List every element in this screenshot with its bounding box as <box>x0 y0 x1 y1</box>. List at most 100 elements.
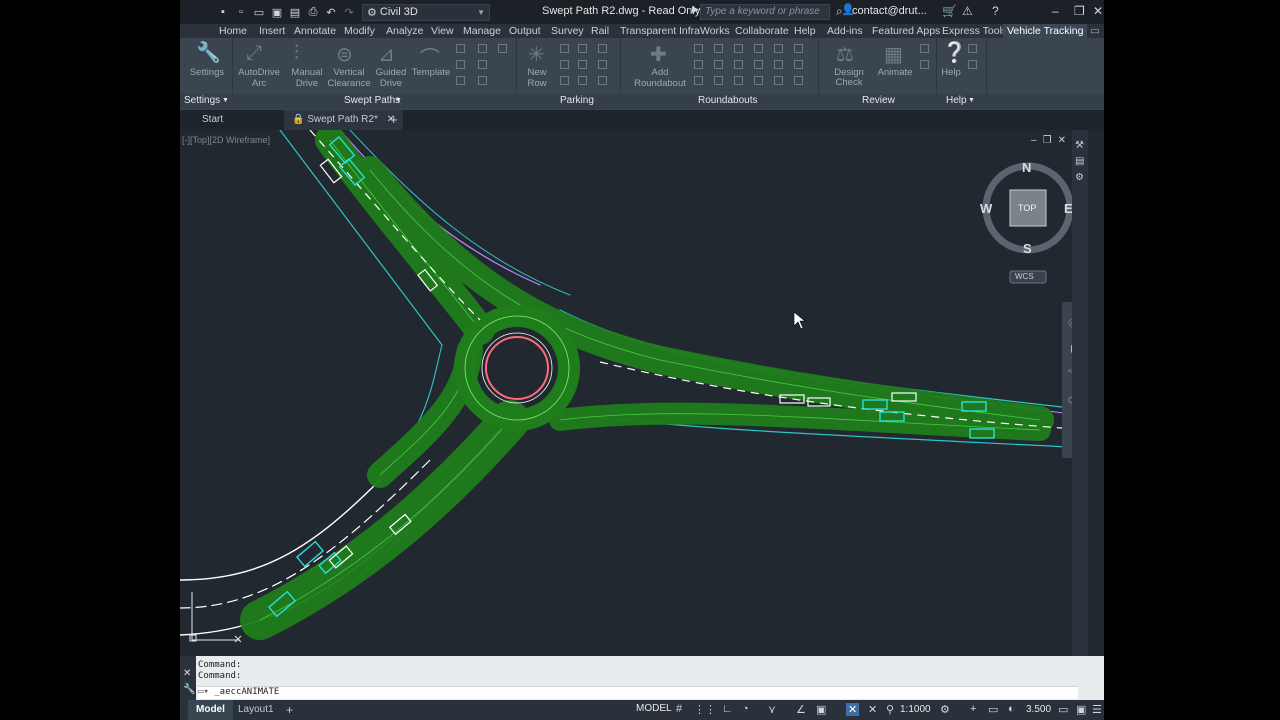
template-label[interactable]: Template <box>408 68 454 78</box>
close-icon[interactable]: ✕ <box>1093 4 1103 18</box>
tool-icon-2[interactable]: ▤ <box>1075 156 1084 167</box>
autodrive-arc-label-1[interactable]: AutoDrive <box>236 68 282 78</box>
design-check-label[interactable]: Design Check <box>820 68 878 88</box>
save-as-icon[interactable]: ▤ <box>288 5 302 19</box>
precision-value[interactable]: 3.500 <box>1026 704 1051 715</box>
gear-icon[interactable]: ⚙ <box>940 703 950 716</box>
grid-icon[interactable]: # <box>676 703 682 715</box>
tab-start[interactable]: Start <box>202 110 223 130</box>
osnap-icon[interactable]: ⋎ <box>768 703 776 716</box>
help-book-icon[interactable]: ❔ <box>942 40 967 65</box>
panel-title-swept-paths[interactable]: Swept Paths <box>344 95 400 106</box>
panel-title-settings[interactable]: Settings <box>184 95 220 106</box>
command-line-grip[interactable]: ✕ 🔧 <box>180 656 196 700</box>
tab-transparent[interactable]: Transparent <box>620 24 676 38</box>
tab-output[interactable]: Output <box>509 24 541 38</box>
add-roundabout-label-1[interactable]: Add <box>632 68 688 78</box>
close-icon[interactable]: ✕ <box>183 668 191 679</box>
help-label[interactable]: Help <box>936 68 966 78</box>
model-space-button[interactable]: MODEL <box>636 703 672 714</box>
drawing-canvas[interactable] <box>180 130 1088 656</box>
add-roundabout-icon[interactable]: ✚ <box>650 42 667 67</box>
tab-add-ins[interactable]: Add-ins <box>827 24 863 38</box>
guided-drive-icon[interactable]: ⊿ <box>378 42 395 67</box>
tab-annotate[interactable]: Annotate <box>294 24 336 38</box>
panel-title-help[interactable]: Help <box>946 95 967 106</box>
tab-vehicle-tracking[interactable]: Vehicle Tracking <box>1003 24 1088 38</box>
new-row-icon[interactable]: ✳ <box>528 42 545 67</box>
design-check-icon[interactable]: ⚖ <box>836 42 854 67</box>
new-row-label-1[interactable]: New <box>520 68 554 78</box>
vertical-clearance-label-1[interactable]: Vertical <box>326 68 372 78</box>
manual-drive-icon[interactable]: ⫶ <box>294 42 299 65</box>
polar-icon[interactable]: ◔ <box>742 703 749 715</box>
restore-icon[interactable]: ❐ <box>1074 4 1085 18</box>
connect-icon[interactable]: ⚠ <box>962 4 973 18</box>
tab-model[interactable]: Model <box>188 700 233 720</box>
animate-icon[interactable]: ▦ <box>884 42 903 67</box>
snap-icon[interactable]: ⋮⋮ <box>694 703 716 716</box>
annotation-auto-icon[interactable]: ⚲ <box>886 703 894 716</box>
wrench-icon[interactable]: 🔧 <box>183 684 195 695</box>
ribbon-toggle-icon[interactable]: ▭ <box>1090 24 1100 38</box>
compass-north[interactable]: N <box>1022 160 1031 175</box>
app-menu-icon[interactable]: ▪ <box>216 5 230 19</box>
tab-home[interactable]: Home <box>219 24 247 38</box>
annotation-scale-icon[interactable]: ✕ <box>846 703 860 716</box>
cart-icon[interactable]: 🛒 <box>942 4 957 18</box>
tab-featured-apps[interactable]: Featured Apps <box>872 24 940 38</box>
monitor-icon[interactable]: ▭ <box>988 703 998 716</box>
tab-analyze[interactable]: Analyze <box>386 24 423 38</box>
command-input[interactable]: ▭▾ _aeccANIMATE <box>198 686 1078 699</box>
compass-south[interactable]: S <box>1023 241 1032 256</box>
selection-icon[interactable]: ▣ <box>816 703 826 716</box>
tab-manage[interactable]: Manage <box>463 24 501 38</box>
annotation-scale[interactable]: 1:1000 <box>900 704 931 715</box>
animate-label[interactable]: Animate <box>876 68 914 78</box>
settings-icon[interactable]: 🔧 <box>196 40 221 65</box>
tab-swept-path[interactable]: 🔒 Swept Path R2* ✕ <box>284 110 404 130</box>
help-icon[interactable]: ? <box>992 4 999 18</box>
user-account[interactable]: contact@drut... <box>852 5 927 17</box>
new-file-icon[interactable]: ▫ <box>234 5 248 19</box>
vertical-clearance-icon[interactable]: ⊜ <box>336 42 353 67</box>
tab-view[interactable]: View <box>431 24 454 38</box>
add-tab-icon[interactable]: + <box>390 110 398 130</box>
hardware-icon[interactable]: ▭ <box>1058 703 1068 716</box>
ortho-icon[interactable]: ∟ <box>722 703 733 715</box>
drawing-viewport[interactable]: [-][Top][2D Wireframe] –❐✕ N S E W TOP W… <box>180 130 1088 656</box>
tab-survey[interactable]: Survey <box>551 24 584 38</box>
open-file-icon[interactable]: ▭ <box>252 5 266 19</box>
plus-icon[interactable]: + <box>970 703 976 715</box>
undo-icon[interactable]: ↶ <box>324 5 338 19</box>
otrack-icon[interactable]: ∠ <box>796 703 806 716</box>
wcs-menu[interactable]: WCS <box>1015 272 1034 281</box>
compass-west[interactable]: W <box>980 201 992 216</box>
tab-express-tools[interactable]: Express Tools <box>942 24 1007 38</box>
tab-rail[interactable]: Rail <box>591 24 609 38</box>
search-input[interactable]: Type a keyword or phrase <box>700 4 830 20</box>
annotation-visibility-icon[interactable]: ✕ <box>868 703 877 716</box>
tab-layout1[interactable]: Layout1 <box>238 700 274 720</box>
clean-screen-icon[interactable]: ▣ <box>1076 703 1086 716</box>
settings-button-label[interactable]: Settings <box>188 68 226 78</box>
menu-icon[interactable]: ☰ <box>1092 703 1102 716</box>
autodrive-arc-icon[interactable]: ⤢ <box>246 42 262 65</box>
add-layout-icon[interactable]: + <box>286 700 293 720</box>
workspace-select[interactable]: ⚙ Civil 3D ▼ <box>362 3 490 21</box>
tab-infraworks[interactable]: InfraWorks <box>679 24 730 38</box>
tool-icon-1[interactable]: ⚒ <box>1075 140 1084 151</box>
tab-help[interactable]: Help <box>794 24 816 38</box>
tool-icon-3[interactable]: ⚙ <box>1075 172 1084 183</box>
isolate-icon[interactable]: ◐ <box>1008 703 1015 715</box>
minimize-icon[interactable]: – <box>1052 4 1059 18</box>
viewport-label[interactable]: [-][Top][2D Wireframe] <box>182 135 270 145</box>
tab-insert[interactable]: Insert <box>259 24 285 38</box>
tab-collaborate[interactable]: Collaborate <box>735 24 789 38</box>
redo-icon[interactable]: ↷ <box>342 5 356 19</box>
viewport-controls[interactable]: –❐✕ <box>1031 135 1072 146</box>
manual-drive-label-1[interactable]: Manual <box>284 68 330 78</box>
save-icon[interactable]: ▣ <box>270 5 284 19</box>
viewcube-top[interactable]: TOP <box>1018 203 1036 213</box>
tab-modify[interactable]: Modify <box>344 24 375 38</box>
